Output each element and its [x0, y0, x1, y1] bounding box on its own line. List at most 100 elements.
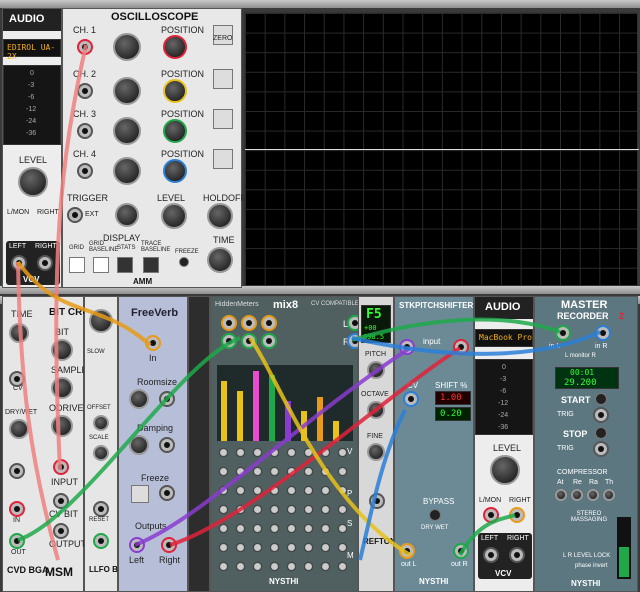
recorder-time-display: 00:01 29.200	[555, 367, 619, 389]
reftone-out-jack[interactable]	[369, 493, 385, 509]
cv-jack[interactable]	[403, 391, 419, 407]
freeverb-right-out-jack[interactable]	[161, 537, 177, 553]
right-output-jack[interactable]	[37, 255, 53, 271]
ch3-position-knob[interactable]	[163, 119, 187, 143]
rec-in-l-jack[interactable]	[555, 325, 571, 341]
trigger-level-knob[interactable]	[161, 203, 187, 229]
mix-input-6-jack[interactable]	[261, 333, 277, 349]
level-knob[interactable]	[490, 455, 520, 485]
comp-threshold-knob[interactable]	[603, 489, 615, 501]
ch2-input-jack[interactable]	[77, 83, 93, 99]
in-label: IN	[13, 517, 20, 524]
stop-button[interactable]	[595, 427, 607, 439]
time-knob[interactable]	[9, 323, 29, 343]
left-output-jack[interactable]	[483, 547, 499, 563]
stop-label: STOP	[563, 429, 588, 439]
bit-knob[interactable]	[51, 339, 73, 361]
start-trig-label: TRIG	[557, 411, 574, 418]
ch1-position-knob[interactable]	[163, 35, 187, 59]
freeze-button[interactable]	[131, 485, 149, 503]
trigger-input-jack[interactable]	[67, 207, 83, 223]
mix-input-1-jack[interactable]	[221, 315, 237, 331]
out-l-jack[interactable]	[399, 543, 415, 559]
cv-bit-jack[interactable]	[53, 493, 69, 509]
ch2-zero-button[interactable]	[213, 69, 233, 89]
meter-tick: -24	[498, 412, 509, 419]
sample-knob[interactable]	[51, 377, 73, 399]
audio-device-display[interactable]: EDIROL UA-2X	[3, 39, 61, 61]
audio-device-display[interactable]: MacBook Pro	[475, 329, 533, 347]
comp-attack-knob[interactable]	[555, 489, 567, 501]
input-r-jack[interactable]	[453, 339, 469, 355]
grid-toggle[interactable]	[69, 257, 85, 273]
rec-in-r-jack[interactable]	[595, 325, 611, 341]
reset-jack[interactable]	[93, 501, 109, 517]
octave-knob[interactable]	[367, 401, 385, 419]
holdoff-knob[interactable]	[207, 203, 233, 229]
ch4-zero-button[interactable]	[213, 149, 233, 169]
stop-trig-jack[interactable]	[593, 441, 609, 457]
fine-knob[interactable]	[367, 443, 385, 461]
lfo-output-jack[interactable]	[93, 533, 109, 549]
output-jack[interactable]	[53, 523, 69, 539]
comp-ratio-knob[interactable]	[587, 489, 599, 501]
output-meter	[617, 517, 631, 579]
mix-input-4-jack[interactable]	[221, 333, 237, 349]
in-jack[interactable]	[9, 501, 25, 517]
trigger-source-knob[interactable]	[115, 203, 139, 227]
reftone-display: F5 +00 698.5	[361, 305, 391, 343]
mix-input-2-jack[interactable]	[241, 315, 257, 331]
mix-input-3-jack[interactable]	[261, 315, 277, 331]
meter-tick: -3	[28, 82, 35, 89]
ch3-input-jack[interactable]	[77, 123, 93, 139]
ch1-scale-knob[interactable]	[113, 33, 141, 61]
frequency-knob[interactable]	[89, 309, 113, 333]
damping-cv-jack[interactable]	[159, 437, 175, 453]
out-l-label: out L	[401, 561, 417, 568]
right-output-jack[interactable]	[509, 547, 525, 563]
shift-value: 1.00	[440, 393, 462, 403]
ch4-input-jack[interactable]	[77, 163, 93, 179]
freeverb-left-out-jack[interactable]	[129, 537, 145, 553]
right-input-jack[interactable]	[509, 507, 525, 523]
input-l-jack[interactable]	[399, 339, 415, 355]
scale-knob[interactable]	[93, 445, 109, 461]
freeverb-in-jack[interactable]	[145, 335, 161, 351]
pitch-knob[interactable]	[367, 361, 385, 379]
grid-baseline-toggle[interactable]	[93, 257, 109, 273]
ch2-scale-knob[interactable]	[113, 77, 141, 105]
vcv-logo: VCV	[495, 569, 512, 578]
freeze-button[interactable]	[179, 257, 189, 267]
level-knob[interactable]	[18, 167, 48, 197]
mix-channel-grid[interactable]	[215, 443, 355, 573]
comp-release-knob[interactable]	[571, 489, 583, 501]
start-trig-jack[interactable]	[593, 407, 609, 423]
left-input-jack[interactable]	[483, 507, 499, 523]
ch1-input-jack[interactable]	[77, 39, 93, 55]
offset-knob[interactable]	[93, 415, 109, 431]
roomsize-cv-jack[interactable]	[159, 391, 175, 407]
bypass-button[interactable]	[429, 509, 441, 521]
dry-wet-knob[interactable]	[9, 419, 29, 439]
odrive-knob[interactable]	[51, 415, 73, 437]
dry-wet-cv-jack[interactable]	[9, 463, 25, 479]
roomsize-knob[interactable]	[129, 389, 149, 409]
left-output-jack[interactable]	[11, 255, 27, 271]
damping-knob[interactable]	[129, 435, 149, 455]
trace-baseline-toggle[interactable]	[143, 257, 159, 273]
stats-toggle[interactable]	[117, 257, 133, 273]
ch2-position-knob[interactable]	[163, 79, 187, 103]
ch3-scale-knob[interactable]	[113, 117, 141, 145]
time-knob[interactable]	[207, 247, 233, 273]
time-cv-jack[interactable]	[9, 371, 25, 387]
out-r-jack[interactable]	[453, 543, 469, 559]
ch4-position-knob[interactable]	[163, 159, 187, 183]
mix-input-5-jack[interactable]	[241, 333, 257, 349]
freeze-cv-jack[interactable]	[159, 485, 175, 501]
start-button[interactable]	[595, 393, 607, 405]
out-jack[interactable]	[9, 533, 25, 549]
shift-label: SHIFT %	[435, 381, 468, 390]
input-jack[interactable]	[53, 459, 69, 475]
ch3-zero-button[interactable]	[213, 109, 233, 129]
ch4-scale-knob[interactable]	[113, 157, 141, 185]
